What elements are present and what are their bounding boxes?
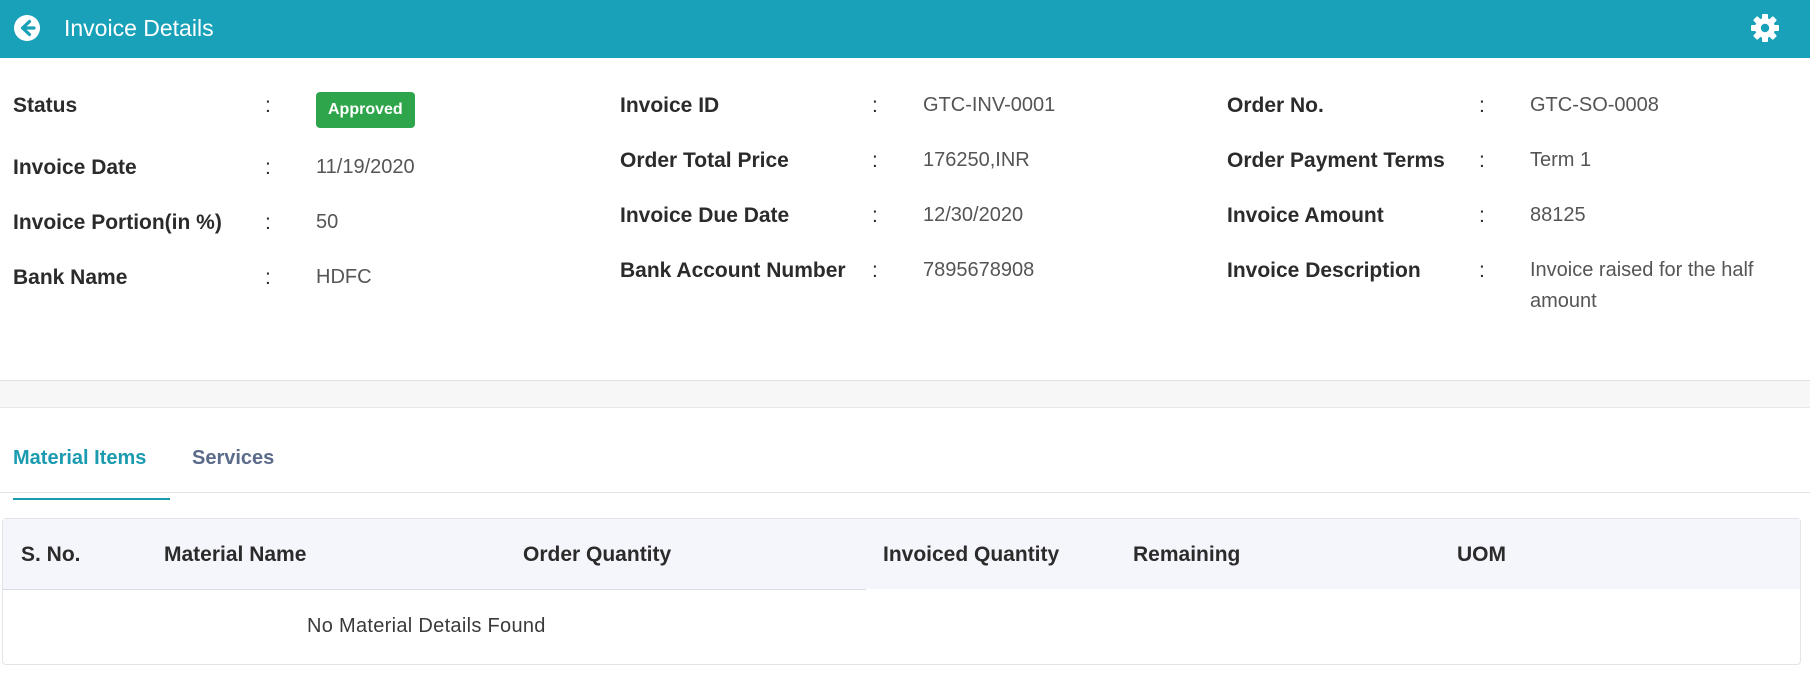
invoice-description-value: Invoice raised for the half amount xyxy=(1530,259,1754,312)
tab-services[interactable]: Services xyxy=(192,447,274,498)
gear-icon[interactable] xyxy=(1750,13,1780,43)
separator: : xyxy=(1479,149,1485,172)
detail-row-order-no: Order No. : GTC-SO-0008 xyxy=(1227,94,1797,149)
details-column-3: Order No. : GTC-SO-0008 Order Payment Te… xyxy=(1227,94,1797,314)
invoice-portion-value: 50 xyxy=(316,211,339,233)
detail-row-order-payment-terms: Order Payment Terms : Term 1 xyxy=(1227,149,1797,204)
order-payment-terms-label: Order Payment Terms xyxy=(1227,149,1445,172)
order-no-label: Order No. xyxy=(1227,94,1324,117)
back-arrow-icon[interactable] xyxy=(12,13,42,43)
column-header-uom: UOM xyxy=(1457,543,1506,566)
detail-row-invoice-portion: Invoice Portion(in %) : 50 xyxy=(13,211,603,266)
details-column-1: Status : Approved Invoice Date : 11/19/2… xyxy=(13,92,603,321)
separator: : xyxy=(872,94,878,117)
invoice-id-value: GTC-INV-0001 xyxy=(923,94,1056,116)
detail-row-bank-account-number: Bank Account Number : 7895678908 xyxy=(620,259,1210,314)
column-header-material-name: Material Name xyxy=(164,543,307,566)
invoice-id-label: Invoice ID xyxy=(620,94,720,117)
detail-row-invoice-amount: Invoice Amount : 88125 xyxy=(1227,204,1797,259)
detail-row-invoice-id: Invoice ID : GTC-INV-0001 xyxy=(620,94,1210,149)
invoice-amount-value: 88125 xyxy=(1530,204,1586,226)
column-header-invoiced-quantity: Invoiced Quantity xyxy=(883,543,1060,566)
order-no-value: GTC-SO-0008 xyxy=(1530,94,1659,116)
separator: : xyxy=(872,204,878,227)
status-badge: Approved xyxy=(316,92,415,128)
separator: : xyxy=(265,156,271,179)
detail-row-order-total-price: Order Total Price : 176250,INR xyxy=(620,149,1210,204)
invoice-date-label: Invoice Date xyxy=(13,156,137,179)
bank-name-label: Bank Name xyxy=(13,266,128,289)
header-underline xyxy=(3,589,866,590)
separator: : xyxy=(265,94,271,117)
table-header: S. No. Material Name Order Quantity Invo… xyxy=(3,519,1800,589)
bank-name-value: HDFC xyxy=(316,266,372,288)
empty-state-message: No Material Details Found xyxy=(307,615,546,637)
order-total-price-value: 176250,INR xyxy=(923,149,1030,171)
invoice-due-date-label: Invoice Due Date xyxy=(620,204,790,227)
details-column-2: Invoice ID : GTC-INV-0001 Order Total Pr… xyxy=(620,94,1210,314)
separator: : xyxy=(1479,259,1485,282)
invoice-amount-label: Invoice Amount xyxy=(1227,204,1384,227)
separator: : xyxy=(1479,94,1485,117)
material-items-table: S. No. Material Name Order Quantity Invo… xyxy=(2,518,1801,665)
section-divider xyxy=(0,380,1810,408)
invoice-date-value: 11/19/2020 xyxy=(316,156,415,178)
invoice-due-date-value: 12/30/2020 xyxy=(923,204,1024,226)
detail-row-bank-name: Bank Name : HDFC xyxy=(13,266,603,321)
tab-material-items[interactable]: Material Items xyxy=(13,447,171,500)
invoice-portion-label: Invoice Portion(in %) xyxy=(13,211,222,234)
bank-account-number-label: Bank Account Number xyxy=(620,259,846,282)
detail-row-invoice-description: Invoice Description : Invoice raised for… xyxy=(1227,259,1797,314)
app-header: Invoice Details xyxy=(0,0,1810,58)
tab-bar: Material Items Services xyxy=(0,407,1810,500)
order-total-price-label: Order Total Price xyxy=(620,149,789,172)
page-title: Invoice Details xyxy=(64,15,214,41)
column-header-remaining: Remaining xyxy=(1133,543,1241,566)
detail-row-invoice-due-date: Invoice Due Date : 12/30/2020 xyxy=(620,204,1210,259)
bank-account-number-value: 7895678908 xyxy=(923,259,1035,281)
status-label: Status xyxy=(13,94,78,117)
separator: : xyxy=(1479,204,1485,227)
invoice-details-panel: Status : Approved Invoice Date : 11/19/2… xyxy=(0,58,1810,380)
detail-row-status: Status : Approved xyxy=(13,92,603,156)
invoice-description-label: Invoice Description xyxy=(1227,259,1421,282)
detail-row-invoice-date: Invoice Date : 11/19/2020 xyxy=(13,156,603,211)
separator: : xyxy=(872,149,878,172)
order-payment-terms-value: Term 1 xyxy=(1530,149,1592,171)
separator: : xyxy=(265,266,271,289)
column-header-s-no: S. No. xyxy=(21,543,81,566)
separator: : xyxy=(265,211,271,234)
column-header-order-quantity: Order Quantity xyxy=(523,543,672,566)
separator: : xyxy=(872,259,878,282)
